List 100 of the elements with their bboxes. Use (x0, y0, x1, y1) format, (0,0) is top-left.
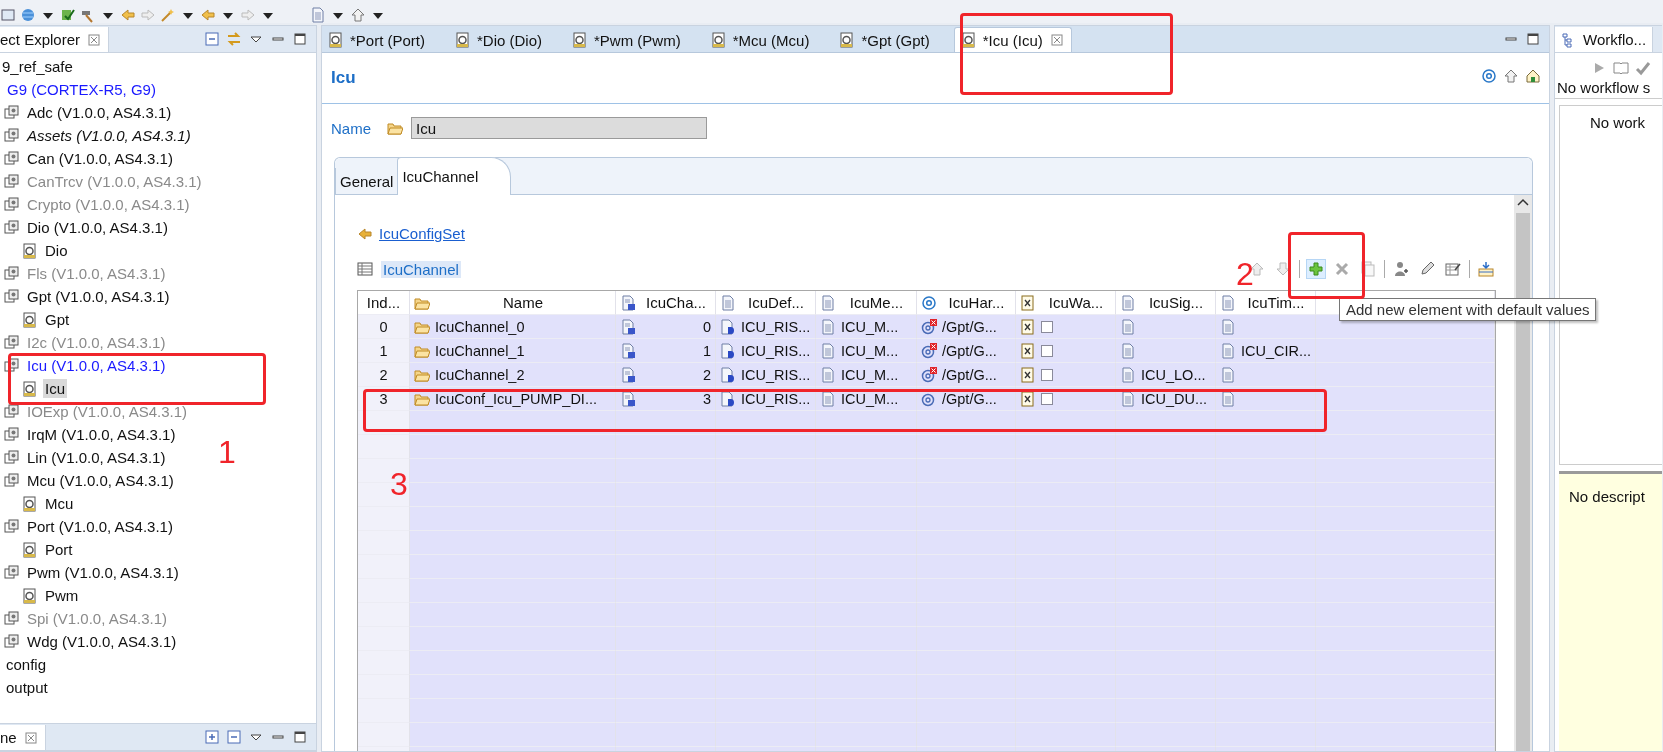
document-icon (1120, 318, 1136, 335)
view-tab[interactable]: ne (0, 725, 46, 750)
column-header[interactable]: IcuSig... (1148, 294, 1204, 311)
column-header[interactable]: IcuHar... (948, 294, 1005, 311)
book-icon[interactable] (1613, 59, 1629, 77)
cell-text: ICU_RIS... (741, 318, 811, 335)
boolean-icon (1020, 342, 1036, 359)
tree-item[interactable]: Icu (43, 379, 67, 398)
copy-icon[interactable] (1358, 259, 1378, 279)
name-field[interactable]: Icu (411, 117, 707, 139)
editor-tab[interactable]: *Icu (Icu) (953, 27, 1072, 52)
module-icon (4, 173, 20, 190)
home-icon[interactable] (1525, 67, 1541, 84)
checkbox[interactable] (1041, 368, 1053, 381)
at-sign-icon[interactable] (1481, 67, 1497, 84)
view-tab[interactable]: Workflo... (1555, 27, 1654, 52)
tree-item[interactable]: Lin (V1.0.0, AS4.3.1) (25, 448, 168, 467)
number-icon (620, 318, 636, 335)
tree-item[interactable]: Mcu (43, 494, 76, 513)
close-icon[interactable] (1048, 32, 1065, 48)
document-icon (1220, 342, 1236, 359)
module-icon (4, 564, 20, 581)
maximize-icon[interactable] (1525, 31, 1541, 47)
cell-text: /Gpt/G... (942, 390, 997, 407)
table-cell (358, 579, 410, 603)
column-header[interactable]: IcuCha... (646, 294, 706, 311)
number-icon (620, 390, 636, 407)
tree-item[interactable]: Mcu (V1.0.0, AS4.3.1) (25, 471, 176, 490)
config-file-icon (328, 32, 344, 48)
tree-item[interactable]: Gpt (V1.0.0, AS4.3.1) (25, 287, 172, 306)
table-cell: 1 (358, 339, 410, 363)
close-icon[interactable] (22, 729, 39, 746)
tree-item[interactable]: Pwm (43, 586, 81, 605)
editor-tab[interactable]: *Port (Port) (322, 28, 449, 52)
document-icon (820, 294, 836, 311)
up-arrow-icon[interactable] (1503, 67, 1519, 84)
document-icon (820, 342, 836, 359)
add-icon[interactable] (1306, 259, 1326, 279)
document-icon (1220, 366, 1236, 383)
view-tab[interactable]: ect Explorer (0, 27, 110, 52)
check-icon[interactable] (60, 7, 76, 23)
module-icon (4, 104, 20, 121)
cell-text: IcuChannel_0 (435, 318, 525, 335)
tree-item[interactable]: Port (V1.0.0, AS4.3.1) (25, 517, 175, 536)
column-header[interactable]: IcuTim... (1247, 294, 1305, 311)
collapse-all-icon[interactable] (226, 729, 242, 745)
cell-text: ICU_M... (841, 390, 899, 407)
module-icon (4, 150, 20, 167)
cell-text: ICU_CIR... (1241, 342, 1312, 359)
checkbox[interactable] (1041, 320, 1053, 333)
tree-item[interactable]: Port (43, 540, 75, 559)
tree-item[interactable]: Icu (V1.0.0, AS4.3.1) (25, 356, 168, 375)
close-icon[interactable] (86, 31, 103, 48)
check-icon[interactable] (1635, 59, 1651, 77)
expand-all-icon[interactable] (204, 729, 220, 745)
cell-text: ICU_RIS... (741, 390, 811, 407)
tree-item[interactable]: Assets (V1.0.0, AS4.3.1) (25, 126, 193, 145)
document-icon (1120, 366, 1136, 383)
editor-tab[interactable]: *Mcu (Mcu) (704, 28, 834, 52)
document-icon (720, 294, 736, 311)
tree-item[interactable]: G9 (CORTEX-R5, G9) (5, 80, 158, 99)
arrow-icon (357, 225, 373, 242)
tree-item[interactable]: Can (V1.0.0, AS4.3.1) (25, 149, 175, 168)
column-header[interactable]: IcuWa... (1048, 294, 1104, 311)
editor-tab[interactable]: *Pwm (Pwm) (566, 28, 705, 52)
tree-item[interactable]: output (4, 678, 50, 697)
tree-item[interactable]: Gpt (43, 310, 72, 329)
tree-item[interactable]: 9_ref_safe (0, 57, 75, 76)
window-icon[interactable] (0, 7, 16, 23)
module-icon (4, 518, 20, 535)
collapse-all-icon[interactable] (204, 31, 220, 47)
cell-text: ICU_DU... (1141, 390, 1208, 407)
editor-tab[interactable]: *Dio (Dio) (449, 28, 567, 52)
document-icon (820, 318, 836, 335)
table-cell (358, 627, 410, 651)
tree-item[interactable]: Pwm (V1.0.0, AS4.3.1) (25, 563, 181, 582)
step-number: 3 (390, 468, 408, 500)
checkbox[interactable] (1041, 392, 1053, 405)
tree-item[interactable]: Dio (43, 241, 70, 260)
checkbox[interactable] (1041, 344, 1053, 357)
column-header[interactable]: Ind... (366, 294, 401, 311)
tree-item[interactable]: config (4, 655, 49, 674)
column-header[interactable]: IcuMe... (849, 294, 904, 311)
tree-item[interactable]: Wdg (V1.0.0, AS4.3.1) (25, 632, 179, 651)
cell-text: ICU_RIS... (741, 366, 811, 383)
column-header[interactable]: Name (503, 294, 543, 311)
config-set-link[interactable]: IcuConfigSet (379, 225, 465, 242)
tree-item[interactable]: Dio (V1.0.0, AS4.3.1) (25, 218, 170, 237)
maximize-icon[interactable] (292, 31, 308, 47)
page-tab[interactable]: IcuChannel (397, 157, 512, 195)
import-icon[interactable] (1476, 259, 1496, 279)
link-icon[interactable] (226, 31, 242, 47)
maximize-icon[interactable] (292, 729, 308, 745)
tree-item[interactable]: IrqM (V1.0.0, AS4.3.1) (25, 425, 178, 444)
column-header[interactable]: IcuDef... (748, 294, 804, 311)
config-file-icon (455, 32, 471, 48)
tree-item[interactable]: Adc (V1.0.0, AS4.3.1) (25, 103, 174, 122)
editor-tab[interactable]: *Gpt (Gpt) (833, 28, 954, 52)
cell-text: ICU_RIS... (741, 342, 811, 359)
up-arrow-icon[interactable] (350, 7, 366, 23)
